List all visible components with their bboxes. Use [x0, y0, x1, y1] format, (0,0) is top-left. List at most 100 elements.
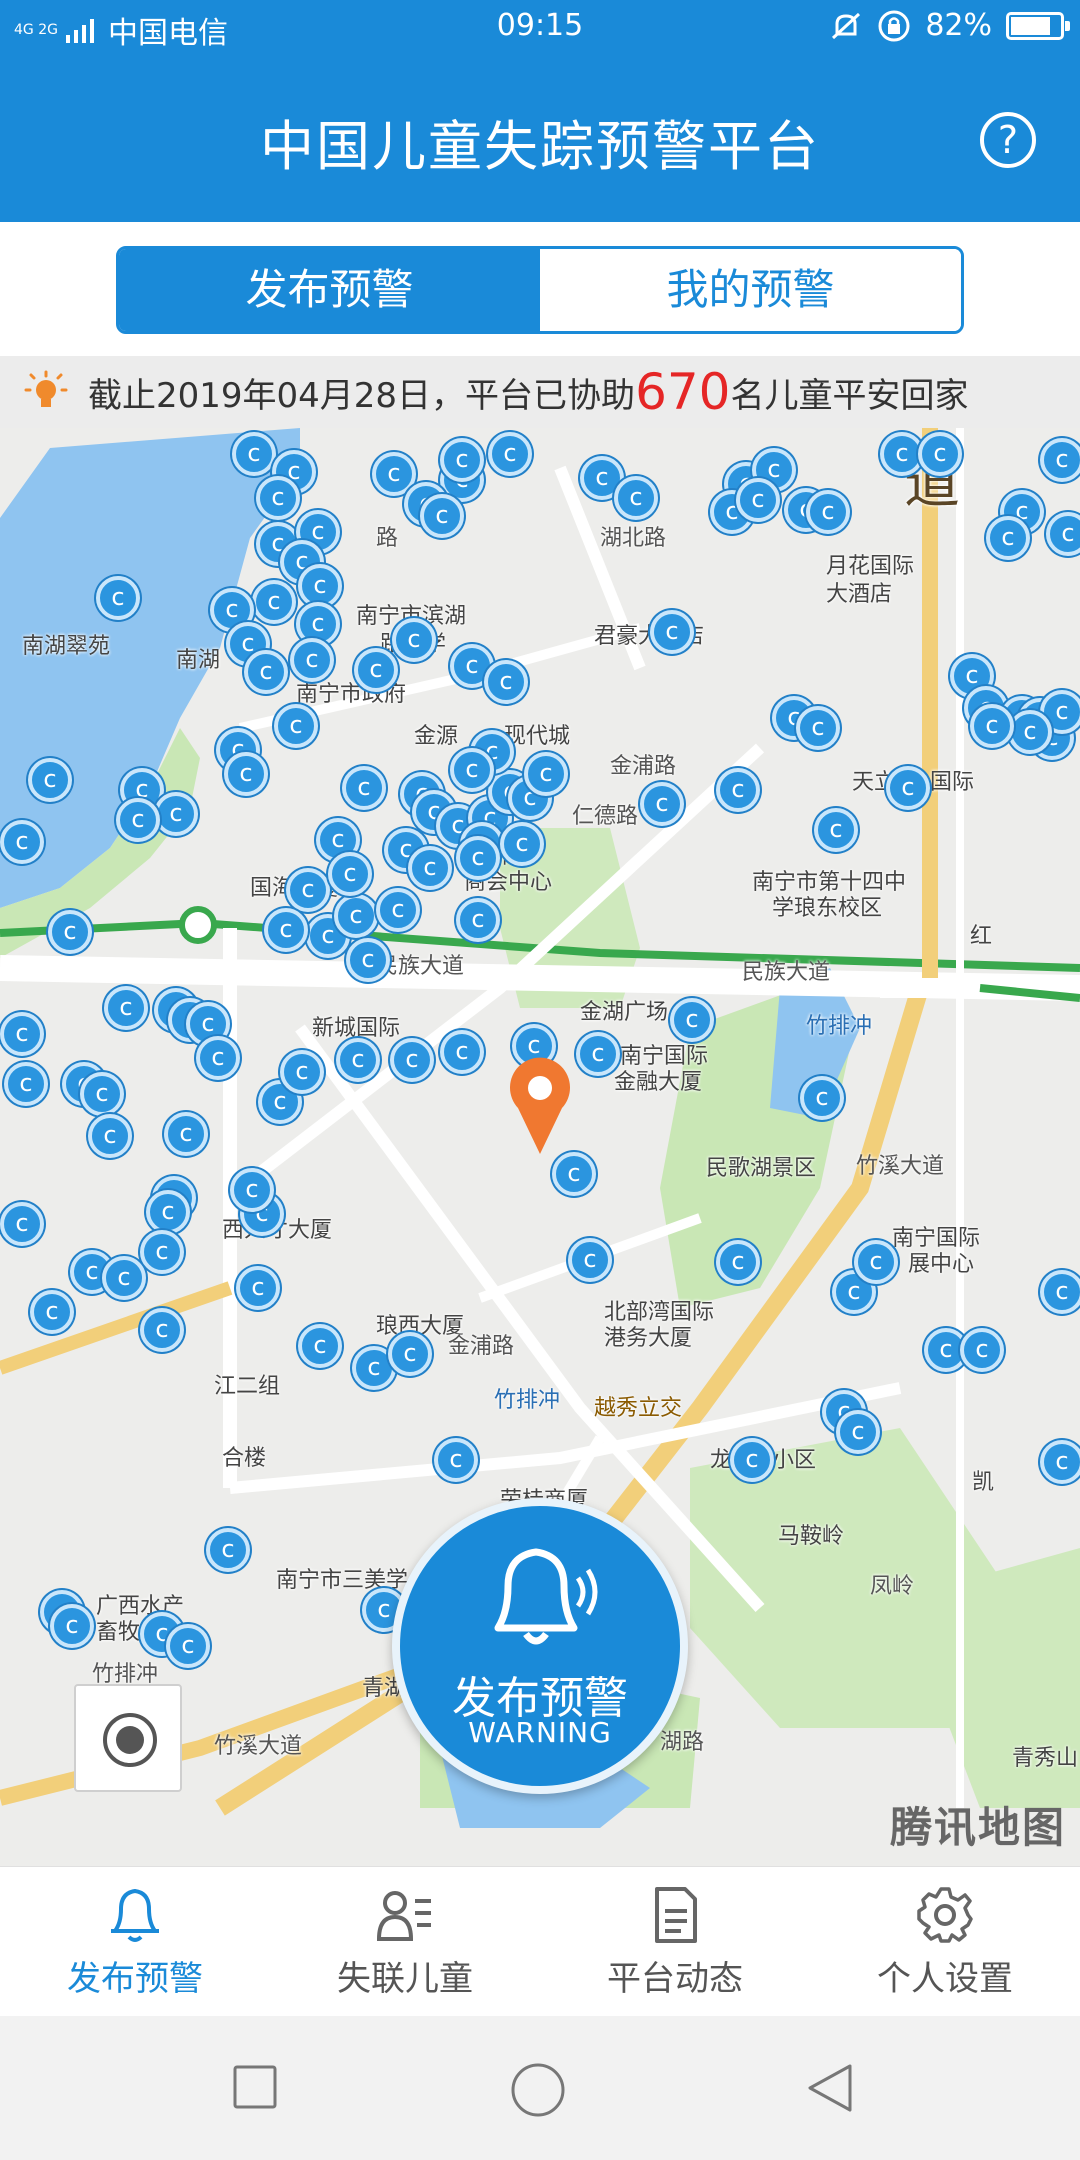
child-marker-icon[interactable] — [484, 660, 528, 704]
child-marker-icon[interactable] — [4, 1062, 48, 1106]
child-marker-icon[interactable] — [390, 1038, 434, 1082]
child-marker-icon[interactable] — [0, 1012, 44, 1056]
child-marker-icon[interactable] — [328, 852, 372, 896]
child-marker-icon[interactable] — [140, 1230, 184, 1274]
child-marker-icon[interactable] — [336, 1038, 380, 1082]
child-marker-icon[interactable] — [736, 478, 780, 522]
child-marker-icon[interactable] — [1040, 1270, 1080, 1314]
child-marker-icon[interactable] — [264, 908, 308, 952]
child-marker-icon[interactable] — [716, 768, 760, 812]
triangle-back-icon[interactable] — [804, 2062, 856, 2114]
child-marker-icon[interactable] — [576, 1032, 620, 1076]
child-marker-icon[interactable] — [346, 938, 390, 982]
child-marker-icon[interactable] — [796, 706, 840, 750]
child-marker-icon[interactable] — [500, 822, 544, 866]
child-marker-icon[interactable] — [102, 1256, 146, 1300]
child-marker-icon[interactable] — [0, 1202, 44, 1246]
child-marker-icon[interactable] — [614, 476, 658, 520]
child-marker-icon[interactable] — [650, 610, 694, 654]
child-marker-icon[interactable] — [456, 898, 500, 942]
child-marker-icon[interactable] — [392, 618, 436, 662]
nav-item-missing-children[interactable]: 失联儿童 — [270, 1885, 540, 2000]
child-marker-icon[interactable] — [434, 1438, 478, 1482]
child-marker-icon[interactable] — [290, 638, 334, 682]
child-marker-icon[interactable] — [552, 1152, 596, 1196]
child-marker-icon[interactable] — [1046, 512, 1080, 556]
child-marker-icon[interactable] — [836, 1410, 880, 1454]
circle-home-icon[interactable] — [510, 2062, 566, 2118]
child-marker-icon[interactable] — [806, 490, 850, 534]
child-marker-icon[interactable] — [50, 1604, 94, 1648]
child-marker-icon[interactable] — [232, 432, 276, 476]
child-marker-icon[interactable] — [164, 1112, 208, 1156]
child-marker-icon[interactable] — [730, 1438, 774, 1482]
child-marker-icon[interactable] — [334, 894, 378, 938]
child-marker-icon[interactable] — [104, 986, 148, 1030]
child-marker-icon[interactable] — [286, 868, 330, 912]
locate-button[interactable] — [74, 1684, 182, 1792]
child-marker-icon[interactable] — [298, 1324, 342, 1368]
child-marker-icon[interactable] — [354, 648, 398, 692]
child-marker-icon[interactable] — [146, 1190, 190, 1234]
tab-publish-warning[interactable]: 发布预警 — [119, 249, 540, 331]
child-marker-icon[interactable] — [440, 1030, 484, 1074]
child-marker-icon[interactable] — [154, 792, 198, 836]
child-marker-icon[interactable] — [28, 758, 72, 802]
child-marker-icon[interactable] — [80, 1072, 124, 1116]
child-marker-icon[interactable] — [524, 752, 568, 796]
child-marker-icon[interactable] — [986, 516, 1030, 560]
child-marker-icon[interactable] — [640, 782, 684, 826]
child-marker-icon[interactable] — [450, 748, 494, 792]
child-marker-icon[interactable] — [206, 1528, 250, 1572]
child-marker-icon[interactable] — [30, 1290, 74, 1334]
child-marker-icon[interactable] — [116, 798, 160, 842]
child-marker-icon[interactable] — [236, 1266, 280, 1310]
child-marker-icon[interactable] — [280, 1050, 324, 1094]
child-marker-icon[interactable] — [918, 432, 962, 476]
child-marker-icon[interactable] — [244, 650, 288, 694]
child-marker-icon[interactable] — [230, 1168, 274, 1212]
child-marker-icon[interactable] — [1040, 438, 1080, 482]
child-marker-icon[interactable] — [440, 438, 484, 482]
child-marker-icon[interactable] — [716, 1240, 760, 1284]
child-marker-icon[interactable] — [970, 704, 1014, 748]
child-marker-icon[interactable] — [408, 846, 452, 890]
child-marker-icon[interactable] — [854, 1240, 898, 1284]
map-label: 路 — [376, 526, 399, 551]
child-marker-icon[interactable] — [670, 998, 714, 1042]
child-marker-icon[interactable] — [196, 1036, 240, 1080]
child-marker-icon[interactable] — [0, 820, 44, 864]
nav-item-settings[interactable]: 个人设置 — [810, 1885, 1080, 2000]
child-marker-icon[interactable] — [256, 476, 300, 520]
child-marker-icon[interactable] — [166, 1624, 210, 1668]
child-marker-icon[interactable] — [488, 432, 532, 476]
child-marker-icon[interactable] — [388, 1332, 432, 1376]
child-marker-icon[interactable] — [960, 1328, 1004, 1372]
child-marker-icon[interactable] — [456, 836, 500, 880]
child-marker-icon[interactable] — [1008, 710, 1052, 754]
map-view[interactable]: 南湖翠苑 南湖 南宁市滨湖 路小学 君豪大酒店 月花国际 大酒店 南宁市政府 金… — [0, 428, 1080, 1866]
tab-my-warnings[interactable]: 我的预警 — [540, 249, 961, 331]
nav-item-publish-warning[interactable]: 发布预警 — [0, 1885, 270, 2000]
child-marker-icon[interactable] — [1040, 1440, 1080, 1484]
child-marker-icon[interactable] — [568, 1238, 612, 1282]
child-marker-icon[interactable] — [140, 1308, 184, 1352]
child-marker-icon[interactable] — [252, 580, 296, 624]
child-marker-icon[interactable] — [420, 494, 464, 538]
child-marker-icon[interactable] — [814, 808, 858, 852]
child-marker-icon[interactable] — [342, 766, 386, 810]
child-marker-icon[interactable] — [88, 1114, 132, 1158]
child-marker-icon[interactable] — [886, 766, 930, 810]
child-marker-icon[interactable] — [224, 752, 268, 796]
child-marker-icon[interactable] — [376, 888, 420, 932]
publish-warning-button[interactable]: 发布预警 WARNING — [392, 1498, 688, 1794]
question-circle-icon[interactable]: ? — [980, 112, 1036, 168]
child-marker-icon[interactable] — [96, 576, 140, 620]
child-marker-icon[interactable] — [800, 1076, 844, 1120]
child-marker-icon[interactable] — [48, 910, 92, 954]
square-recent-icon[interactable] — [230, 2062, 280, 2112]
child-marker-icon[interactable] — [274, 704, 318, 748]
map-label: 民族大道 — [742, 960, 831, 985]
nav-item-platform-news[interactable]: 平台动态 — [540, 1885, 810, 2000]
map-label: 仁德路 — [572, 804, 639, 829]
